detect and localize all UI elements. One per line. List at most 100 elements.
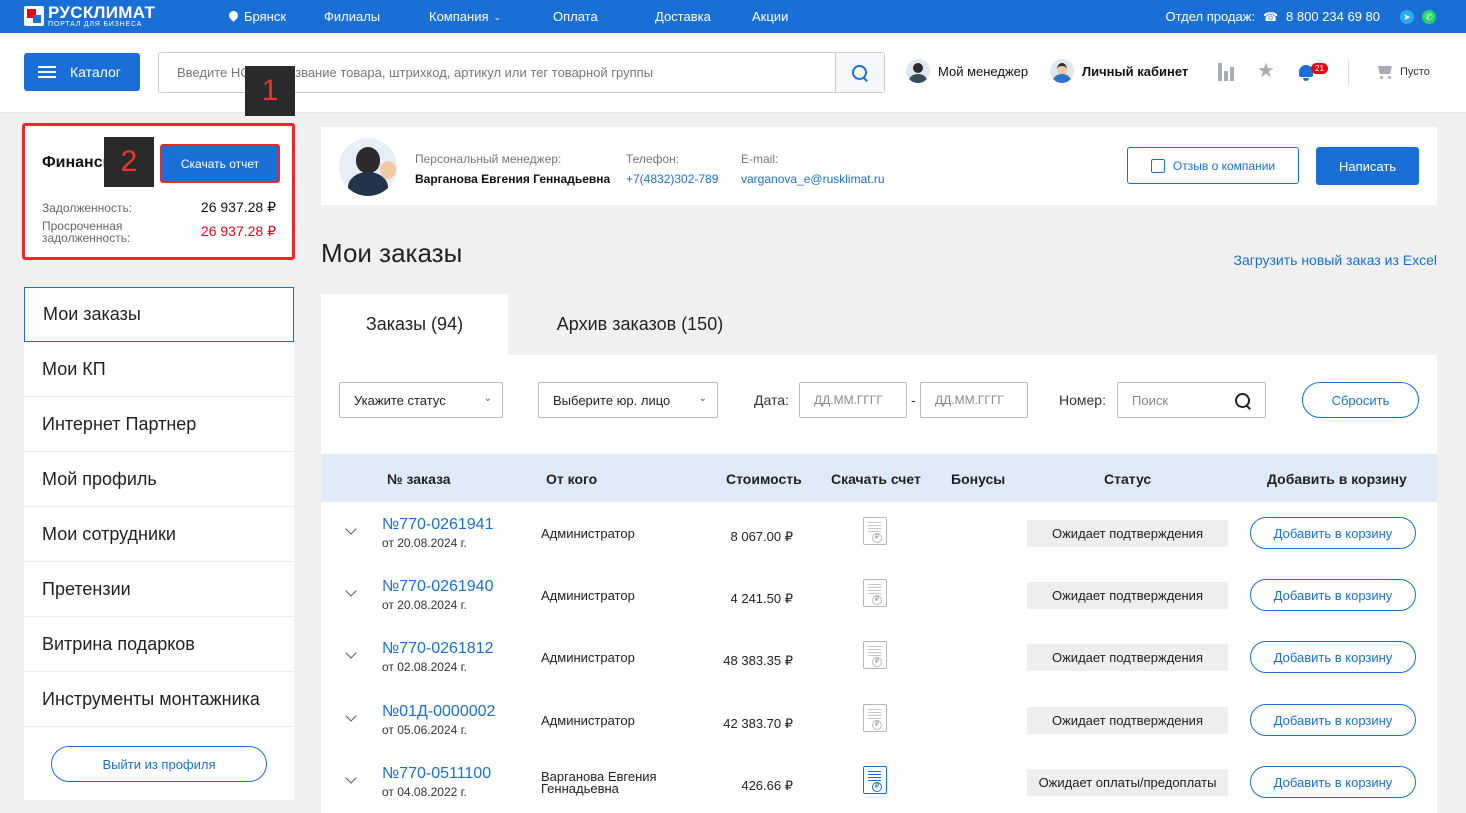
table-row: №01Д-0000002 от 05.06.2024 г. Администра…: [321, 690, 1437, 752]
legal-entity-select[interactable]: Выберите юр. лицо ⌄: [538, 382, 718, 418]
expand-chevron-icon[interactable]: [345, 649, 357, 661]
search-icon: [852, 64, 868, 81]
company-review-button[interactable]: Отзыв о компании: [1127, 147, 1299, 184]
personal-cabinet-link[interactable]: Личный кабинет: [1050, 59, 1188, 83]
number-label: Номер:: [1059, 392, 1106, 408]
cart-label: Пусто: [1400, 66, 1430, 78]
search-button[interactable]: [835, 53, 884, 92]
manager-email-label: E-mail:: [741, 152, 779, 166]
column-header-download-invoice: Скачать счет: [831, 471, 921, 487]
thumbs-up-icon: [1150, 158, 1165, 173]
nav-link-company[interactable]: Компания ⌄: [429, 9, 501, 24]
sidebar-menu: Мои заказы Мои КП Интернет Партнер Мой п…: [24, 287, 294, 800]
column-header-cost[interactable]: Стоимость: [726, 471, 802, 487]
manager-info: Персональный менеджер: Варганова Евгения…: [415, 149, 610, 189]
orders-panel: Заказы (94) Архив заказов (150) Укажите …: [321, 294, 1437, 813]
divider: [1348, 60, 1349, 86]
telegram-icon[interactable]: ➤: [1400, 9, 1414, 24]
invoice-document-icon[interactable]: [863, 766, 887, 794]
sidebar-item-my-orders[interactable]: Мои заказы: [24, 287, 294, 342]
sidebar-item-my-quotes[interactable]: Мои КП: [24, 342, 294, 397]
order-number-link[interactable]: №770-0261941: [382, 516, 493, 534]
notifications-badge: 21: [1311, 63, 1328, 74]
whatsapp-icon[interactable]: ✆: [1422, 9, 1436, 24]
finance-panel: Финансы Скачать отчет Задолженность: 26 …: [22, 123, 295, 260]
tab-orders-archive[interactable]: Архив заказов (150): [508, 294, 772, 355]
add-to-cart-button[interactable]: Добавить в корзину: [1250, 641, 1416, 673]
overdue-value: 26 937.28 ₽: [200, 223, 276, 239]
compare-button[interactable]: [1218, 63, 1236, 81]
expand-chevron-icon[interactable]: [345, 525, 357, 537]
order-date: от 04.08.2022 г.: [382, 785, 467, 799]
add-to-cart-button[interactable]: Добавить в корзину: [1250, 579, 1416, 611]
sidebar-item-my-employees[interactable]: Мои сотрудники: [24, 507, 294, 562]
expand-chevron-icon[interactable]: [345, 587, 357, 599]
number-search-placeholder: Поиск: [1132, 392, 1169, 408]
sidebar-item-claims[interactable]: Претензии: [24, 562, 294, 617]
debt-label: Задолженность:: [42, 201, 133, 215]
add-to-cart-button[interactable]: Добавить в корзину: [1250, 766, 1416, 798]
nav-link-delivery[interactable]: Доставка: [655, 9, 711, 24]
table-row: №770-0261812 от 02.08.2024 г. Администра…: [321, 627, 1437, 689]
chevron-down-icon: ⌄: [493, 12, 502, 22]
add-to-cart-button[interactable]: Добавить в корзину: [1250, 704, 1416, 736]
order-number-link[interactable]: №01Д-0000002: [382, 703, 495, 721]
invoice-document-icon[interactable]: [863, 579, 887, 607]
invoice-document-icon[interactable]: [863, 704, 887, 732]
upload-excel-link[interactable]: Загрузить новый заказ из Excel: [1234, 252, 1437, 268]
status-select[interactable]: Укажите статус ⌄: [339, 382, 503, 418]
order-from: Администратор: [541, 588, 635, 603]
invoice-document-icon[interactable]: [863, 517, 887, 545]
search-icon[interactable]: [1235, 393, 1251, 409]
date-separator: -: [911, 392, 916, 408]
nav-link-payment[interactable]: Оплата: [553, 9, 598, 24]
column-header-order-number[interactable]: № заказа: [387, 471, 451, 487]
logout-button[interactable]: Выйти из профиля: [51, 746, 267, 782]
order-number-link[interactable]: №770-0261940: [382, 578, 493, 596]
catalog-button[interactable]: Каталог: [24, 53, 140, 91]
sidebar-item-internet-partner[interactable]: Интернет Партнер: [24, 397, 294, 452]
sidebar-item-my-profile[interactable]: Мой профиль: [24, 452, 294, 507]
tab-orders[interactable]: Заказы (94): [321, 294, 508, 355]
order-number-link[interactable]: №770-0511100: [382, 765, 491, 783]
invoice-document-icon[interactable]: [863, 641, 887, 669]
nav-link-promotions[interactable]: Акции: [752, 9, 788, 24]
sidebar-item-gift-showcase[interactable]: Витрина подарков: [24, 617, 294, 672]
write-button[interactable]: Написать: [1316, 147, 1419, 185]
chevron-down-icon: ⌄: [698, 393, 707, 404]
add-to-cart-button[interactable]: Добавить в корзину: [1250, 517, 1416, 549]
order-number-link[interactable]: №770-0261812: [382, 640, 493, 658]
company-review-label: Отзыв о компании: [1172, 158, 1276, 173]
number-search-input[interactable]: Поиск: [1117, 382, 1266, 418]
download-report-button[interactable]: Скачать отчет: [160, 144, 280, 183]
city-label: Брянск: [244, 9, 287, 24]
logo[interactable]: РУСКЛИМАТ ПОРТАЛ ДЛЯ БИЗНЕСА: [24, 4, 155, 28]
manager-name: Варганова Евгения Геннадьевна: [415, 172, 611, 186]
manager-email[interactable]: varganova_e@rusklimat.ru: [741, 169, 885, 189]
phone-icon: ☎: [1263, 9, 1279, 24]
logo-mark-icon: [24, 6, 44, 26]
manager-phone[interactable]: +7(4832)302-789: [626, 169, 718, 189]
my-manager-label: Мой менеджер: [938, 63, 1029, 79]
expand-chevron-icon[interactable]: [345, 712, 357, 724]
logo-name: РУСКЛИМАТ: [48, 3, 156, 22]
status-badge: Ожидает подтверждения: [1027, 707, 1228, 734]
order-from: Администратор: [541, 650, 635, 665]
sidebar-item-installer-tools[interactable]: Инструменты монтажника: [24, 672, 294, 727]
manager-card: Персональный менеджер: Варганова Евгения…: [321, 127, 1437, 205]
reset-button[interactable]: Сбросить: [1302, 382, 1419, 418]
expand-chevron-icon[interactable]: [345, 774, 357, 786]
my-manager-link[interactable]: Мой менеджер: [906, 59, 1028, 83]
column-header-bonuses: Бонусы: [951, 471, 1006, 487]
city-selector[interactable]: Брянск: [229, 9, 286, 24]
column-header-from[interactable]: От кого: [546, 471, 597, 487]
column-header-status[interactable]: Статус: [1104, 471, 1151, 487]
nav-link-branches[interactable]: Филиалы: [324, 9, 380, 24]
date-to-input[interactable]: ДД.ММ.ГГГГ: [920, 382, 1028, 418]
favorites-button[interactable]: ★: [1257, 61, 1275, 82]
sales-phone[interactable]: 8 800 234 69 80: [1286, 9, 1380, 24]
date-from-input[interactable]: ДД.ММ.ГГГГ: [799, 382, 907, 418]
personal-cabinet-label: Личный кабинет: [1082, 63, 1189, 79]
table-row: №770-0511100 от 04.08.2022 г. Варганова …: [321, 752, 1437, 813]
cart-button[interactable]: Пусто: [1376, 65, 1430, 79]
